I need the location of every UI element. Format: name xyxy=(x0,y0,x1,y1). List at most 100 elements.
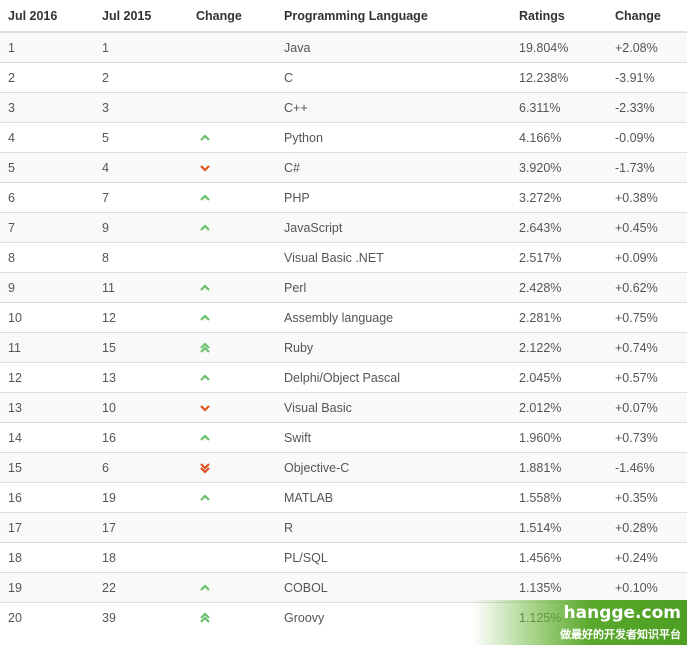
rank-2016-cell: 16 xyxy=(0,482,94,513)
chevron-down-icon xyxy=(198,401,212,415)
rating-change-cell: -0.09% xyxy=(607,122,687,153)
table-row[interactable]: 15 6 Objective-C 1.881% -1.46% xyxy=(0,452,687,483)
table-row[interactable]: 19 22 COBOL 1.135% +0.10% xyxy=(0,572,687,603)
rating-change-cell: -2.33% xyxy=(607,92,687,123)
language-cell: COBOL xyxy=(276,572,511,603)
rating-cell: 1.456% xyxy=(511,542,607,573)
trend-cell xyxy=(188,122,276,153)
rating-cell: 4.166% xyxy=(511,122,607,153)
tiobe-ranking-table: Jul 2016 Jul 2015 Change Programming Lan… xyxy=(0,0,687,632)
trend-cell xyxy=(188,542,276,573)
trend-cell xyxy=(188,512,276,543)
table-row[interactable]: 13 10 Visual Basic 2.012% +0.07% xyxy=(0,392,687,423)
chevron-up-icon xyxy=(198,191,212,205)
language-cell: Assembly language xyxy=(276,302,511,333)
rating-cell: 2.281% xyxy=(511,302,607,333)
rank-2016-cell: 19 xyxy=(0,572,94,603)
table-row[interactable]: 4 5 Python 4.166% -0.09% xyxy=(0,122,687,153)
rank-2016-cell: 8 xyxy=(0,242,94,273)
rating-cell: 1.125% xyxy=(511,602,607,632)
rating-change-cell: +0.09% xyxy=(607,242,687,273)
table-row[interactable]: 2 2 C 12.238% -3.91% xyxy=(0,62,687,93)
rating-cell: 2.643% xyxy=(511,212,607,243)
table-row[interactable]: 5 4 C# 3.920% -1.73% xyxy=(0,152,687,183)
rank-2016-cell: 14 xyxy=(0,422,94,453)
table-row[interactable]: 12 13 Delphi/Object Pascal 2.045% +0.57% xyxy=(0,362,687,393)
rating-cell: 2.122% xyxy=(511,332,607,363)
trend-cell xyxy=(188,182,276,213)
trend-cell xyxy=(188,92,276,123)
rank-2016-cell: 5 xyxy=(0,152,94,183)
rank-2015-cell: 8 xyxy=(94,242,188,273)
rank-2015-cell: 39 xyxy=(94,602,188,632)
trend-cell xyxy=(188,272,276,303)
trend-cell xyxy=(188,602,276,632)
rank-2015-cell: 6 xyxy=(94,452,188,483)
chevron-up-icon xyxy=(198,581,212,595)
rating-change-cell: +0.62% xyxy=(607,272,687,303)
trend-cell xyxy=(188,482,276,513)
rating-cell: 19.804% xyxy=(511,31,607,63)
rank-2016-cell: 10 xyxy=(0,302,94,333)
language-cell: Python xyxy=(276,122,511,153)
trend-cell xyxy=(188,62,276,93)
rank-2016-cell: 15 xyxy=(0,452,94,483)
table-row[interactable]: 6 7 PHP 3.272% +0.38% xyxy=(0,182,687,213)
rank-2016-cell: 6 xyxy=(0,182,94,213)
language-cell: MATLAB xyxy=(276,482,511,513)
table-row[interactable]: 17 17 R 1.514% +0.28% xyxy=(0,512,687,543)
header-programming-language[interactable]: Programming Language xyxy=(276,0,511,33)
table-row[interactable]: 3 3 C++ 6.311% -2.33% xyxy=(0,92,687,123)
language-cell: Perl xyxy=(276,272,511,303)
table-row[interactable]: 11 15 Ruby 2.122% +0.74% xyxy=(0,332,687,363)
table-row[interactable]: 8 8 Visual Basic .NET 2.517% +0.09% xyxy=(0,242,687,273)
rating-cell: 6.311% xyxy=(511,92,607,123)
trend-cell xyxy=(188,212,276,243)
rating-change-cell: +0.24% xyxy=(607,542,687,573)
rating-change-cell: +0.45% xyxy=(607,212,687,243)
trend-cell xyxy=(188,572,276,603)
rating-change-cell: +0.10% xyxy=(607,572,687,603)
table-row[interactable]: 18 18 PL/SQL 1.456% +0.24% xyxy=(0,542,687,573)
language-cell: Groovy xyxy=(276,602,511,632)
table-row[interactable]: 9 11 Perl 2.428% +0.62% xyxy=(0,272,687,303)
chevron-up-icon xyxy=(198,311,212,325)
double-chevron-up-icon xyxy=(198,341,212,355)
table-row[interactable]: 20 39 Groovy 1.125% xyxy=(0,602,687,632)
header-jul-2016[interactable]: Jul 2016 xyxy=(0,0,94,33)
rank-2016-cell: 13 xyxy=(0,392,94,423)
header-rank-change[interactable]: Change xyxy=(188,0,276,33)
header-jul-2015[interactable]: Jul 2015 xyxy=(94,0,188,33)
table-row[interactable]: 10 12 Assembly language 2.281% +0.75% xyxy=(0,302,687,333)
rank-2016-cell: 2 xyxy=(0,62,94,93)
trend-cell xyxy=(188,242,276,273)
language-cell: PHP xyxy=(276,182,511,213)
header-rating-change[interactable]: Change xyxy=(607,0,687,33)
table-header-row: Jul 2016 Jul 2015 Change Programming Lan… xyxy=(0,0,687,33)
rating-change-cell: +0.74% xyxy=(607,332,687,363)
rank-2016-cell: 1 xyxy=(0,31,94,63)
rating-cell: 1.135% xyxy=(511,572,607,603)
table-row[interactable]: 7 9 JavaScript 2.643% +0.45% xyxy=(0,212,687,243)
rank-2015-cell: 7 xyxy=(94,182,188,213)
rank-2016-cell: 12 xyxy=(0,362,94,393)
chevron-down-icon xyxy=(198,161,212,175)
chevron-up-icon xyxy=(198,431,212,445)
rating-cell: 3.272% xyxy=(511,182,607,213)
rating-change-cell: +0.07% xyxy=(607,392,687,423)
table-row[interactable]: 1 1 Java 19.804% +2.08% xyxy=(0,31,687,63)
rating-cell: 2.428% xyxy=(511,272,607,303)
header-ratings[interactable]: Ratings xyxy=(511,0,607,33)
trend-cell xyxy=(188,152,276,183)
rank-2015-cell: 3 xyxy=(94,92,188,123)
chevron-up-icon xyxy=(198,371,212,385)
rating-change-cell: +0.35% xyxy=(607,482,687,513)
rating-cell: 2.012% xyxy=(511,392,607,423)
language-cell: Visual Basic xyxy=(276,392,511,423)
table-row[interactable]: 14 16 Swift 1.960% +0.73% xyxy=(0,422,687,453)
trend-cell xyxy=(188,31,276,63)
rank-2016-cell: 18 xyxy=(0,542,94,573)
table-row[interactable]: 16 19 MATLAB 1.558% +0.35% xyxy=(0,482,687,513)
rank-2016-cell: 4 xyxy=(0,122,94,153)
rank-2015-cell: 2 xyxy=(94,62,188,93)
